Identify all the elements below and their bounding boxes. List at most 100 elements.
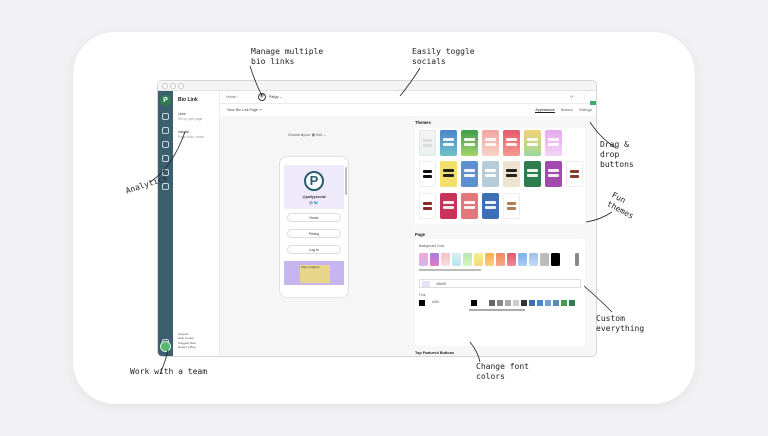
- font-swatch-2[interactable]: [489, 300, 495, 306]
- bg-swatch-scroll[interactable]: [575, 253, 579, 266]
- window-min-dot[interactable]: [170, 83, 176, 89]
- font-swatch-5[interactable]: [513, 300, 519, 306]
- theme-7[interactable]: [545, 130, 562, 156]
- sub-bar: View Bio Link Page ↗ Appearance Buttons …: [220, 104, 596, 116]
- layout-label: Choose layout: [288, 133, 310, 137]
- theme-19[interactable]: [482, 193, 499, 219]
- theme-1[interactable]: [419, 130, 436, 156]
- theme-18[interactable]: [461, 193, 478, 219]
- top-featured-heading: Top Featured Buttons: [415, 351, 455, 355]
- app-logo[interactable]: P: [160, 95, 171, 106]
- social-icons[interactable]: ◎ 🐦: [280, 200, 348, 205]
- theme-16[interactable]: [419, 193, 436, 219]
- theme-12[interactable]: [503, 161, 520, 187]
- app-window: P Bio Link Links Set up your page Insigh…: [157, 80, 597, 357]
- sidebar-brand: Bio Link: [178, 97, 198, 103]
- font-swatch-3[interactable]: [497, 300, 503, 306]
- preview-button-home[interactable]: Home: [287, 213, 341, 222]
- layout-selector[interactable]: Choose layout ▦ Grid ⌄: [288, 133, 326, 137]
- theme-11[interactable]: [482, 161, 499, 187]
- tab-settings[interactable]: Settings: [579, 108, 592, 112]
- phone-preview: P @pallyysocial ◎ 🐦 Home Pricing Log In …: [279, 156, 349, 298]
- annotation-custom: Custom everything: [596, 314, 645, 333]
- theme-5[interactable]: [503, 130, 520, 156]
- theme-14[interactable]: [545, 161, 562, 187]
- bg-swatch-3[interactable]: [441, 253, 450, 266]
- tab-buttons[interactable]: Buttons: [561, 108, 573, 112]
- theme-3[interactable]: [461, 130, 478, 156]
- page-selector[interactable]: Pallyy ⌄: [269, 95, 283, 99]
- font-swatch-1[interactable]: [471, 300, 477, 306]
- font-swatch-10[interactable]: [553, 300, 559, 306]
- report-bug-link[interactable]: Report a Bug: [178, 345, 196, 350]
- page-avatar[interactable]: P: [258, 93, 266, 101]
- font-swatch-11[interactable]: [561, 300, 567, 306]
- insights-sub: Page clicks, views: [178, 134, 204, 139]
- theme-6[interactable]: [524, 130, 541, 156]
- bg-hex-value: #f3edff: [436, 282, 446, 286]
- bg-swatch-13[interactable]: [551, 253, 560, 266]
- theme-8[interactable]: [419, 161, 436, 187]
- font-swatch-6[interactable]: [521, 300, 527, 306]
- profile-logo: P: [304, 171, 324, 191]
- bg-color-chip: [422, 281, 430, 287]
- tab-bar: Appearance Buttons Settings: [530, 108, 592, 113]
- font-swatch-7[interactable]: [529, 300, 535, 306]
- bg-hex-input[interactable]: #f3edff: [419, 279, 581, 288]
- font-swatch-8[interactable]: [537, 300, 543, 306]
- bg-scrollbar[interactable]: [419, 269, 481, 271]
- bg-swatch-5[interactable]: [463, 253, 472, 266]
- stats-icon[interactable]: [162, 155, 169, 162]
- window-titlebar: [158, 81, 596, 91]
- theme-15[interactable]: [566, 161, 583, 187]
- sidebar-item-insights[interactable]: Insights Page clicks, views: [178, 130, 204, 139]
- theme-4[interactable]: [482, 130, 499, 156]
- font-swatch-4[interactable]: [505, 300, 511, 306]
- sidebar: Bio Link Links Set up your page Insights…: [173, 91, 220, 356]
- bg-swatch-2[interactable]: [430, 253, 439, 266]
- preview-scrollbar[interactable]: [345, 167, 347, 195]
- bg-swatch-1[interactable]: [419, 253, 428, 266]
- font-label: Font: [419, 293, 426, 297]
- grid-icon[interactable]: [162, 127, 169, 134]
- bg-swatch-6[interactable]: [474, 253, 483, 266]
- bg-swatch-7[interactable]: [485, 253, 494, 266]
- preview-button-pricing[interactable]: Pricing: [287, 229, 341, 238]
- theme-10[interactable]: [461, 161, 478, 187]
- promo-block[interactable]: Pallyy Instagram: [284, 261, 344, 285]
- theme-9[interactable]: [440, 161, 457, 187]
- links-sub: Set up your page: [178, 116, 203, 121]
- font-scrollbar[interactable]: [469, 309, 525, 311]
- font-swatch-9[interactable]: [545, 300, 551, 306]
- font-color-chip[interactable]: [419, 300, 425, 306]
- preview-button-login[interactable]: Log In: [287, 245, 341, 254]
- sidebar-footer: Support Help Center Suggest Idea Report …: [178, 332, 196, 350]
- annotation-drag: Drag & drop buttons: [600, 140, 634, 169]
- bg-swatch-9[interactable]: [507, 253, 516, 266]
- theme-2[interactable]: [440, 130, 457, 156]
- bg-swatch-12[interactable]: [540, 253, 549, 266]
- top-actions[interactable]: ⟳ ⋮: [570, 95, 590, 99]
- tab-appearance[interactable]: Appearance: [535, 108, 555, 113]
- bg-swatch-4[interactable]: [452, 253, 461, 266]
- bg-swatch-11[interactable]: [529, 253, 538, 266]
- theme-13[interactable]: [524, 161, 541, 187]
- calendar-icon[interactable]: [162, 113, 169, 120]
- breadcrumb[interactable]: Home /: [226, 95, 238, 99]
- profile-handle: @pallyysocial: [302, 195, 326, 199]
- window-close-dot[interactable]: [162, 83, 168, 89]
- bg-swatch-8[interactable]: [496, 253, 505, 266]
- layout-value[interactable]: ▦ Grid ⌄: [312, 133, 326, 137]
- annotation-font: Change font colors: [476, 362, 529, 381]
- chat-icon[interactable]: [162, 141, 169, 148]
- theme-20[interactable]: [503, 193, 520, 219]
- theme-17[interactable]: [440, 193, 457, 219]
- sidebar-item-links[interactable]: Links Set up your page: [178, 112, 202, 121]
- window-max-dot[interactable]: [178, 83, 184, 89]
- bg-swatch-10[interactable]: [518, 253, 527, 266]
- font-hex-value[interactable]: #000: [432, 300, 439, 304]
- font-swatch-12[interactable]: [569, 300, 575, 306]
- annotation-socials: Easily toggle socials: [412, 47, 475, 66]
- team-avatar[interactable]: [160, 341, 171, 352]
- view-page-link[interactable]: View Bio Link Page ↗: [227, 108, 262, 112]
